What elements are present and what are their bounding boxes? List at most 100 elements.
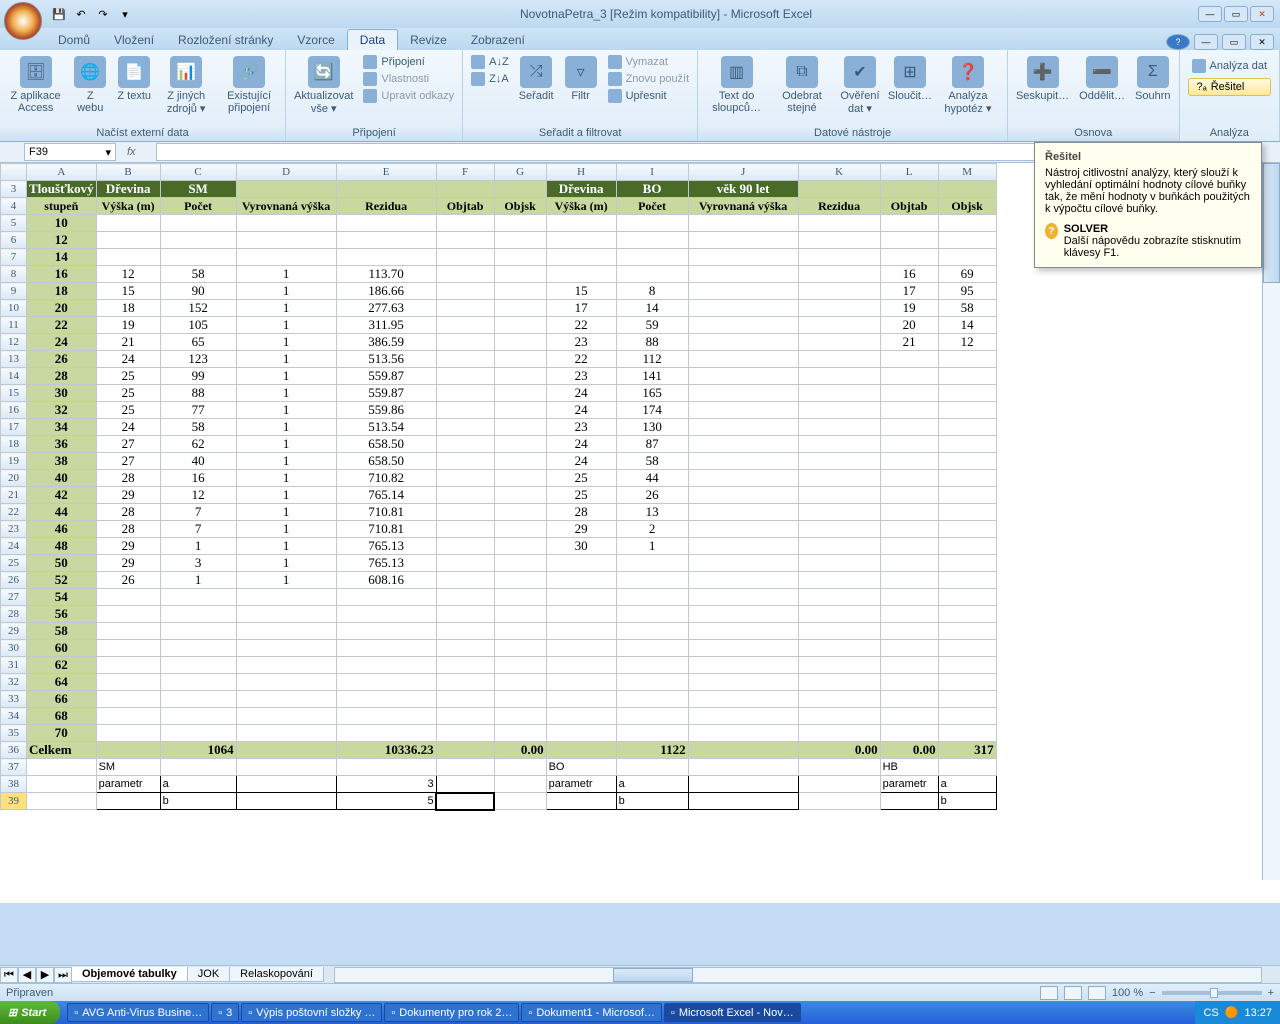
vertical-scrollbar[interactable] [1262,163,1280,880]
ribbon: 🗄Z aplikace Access 🌐Z webu 📄Z textu 📊Z j… [0,50,1280,142]
group-icon: ➕ [1027,56,1059,88]
data-validation-button[interactable]: ✔Ověření dat ▾ [833,54,887,117]
tab-zobrazeni[interactable]: Zobrazení [459,30,537,50]
from-access-button[interactable]: 🗄Z aplikace Access [4,54,67,116]
refresh-icon: 🔄 [308,56,340,88]
refresh-all-button[interactable]: 🔄Aktualizovat vše ▾ [290,54,357,117]
filter-button[interactable]: ▿Filtr [560,54,602,104]
close-button[interactable]: ✕ [1250,6,1274,22]
consolidate-icon: ⊞ [894,56,926,88]
data-analysis-button[interactable]: Analýza dat [1188,58,1271,74]
taskbar-item[interactable]: ▫AVG Anti-Virus Busine… [67,1003,209,1022]
edit-links-button[interactable]: Upravit odkazy [359,88,458,104]
group-data-tools: Datové nástroje [702,126,1003,141]
view-normal-button[interactable] [1040,986,1058,1000]
properties-button[interactable]: Vlastnosti [359,71,458,87]
next-sheet-button[interactable]: ▶ [36,967,54,983]
sort-az-button[interactable]: A↓Z [467,54,513,70]
minimize-button[interactable]: — [1198,6,1222,22]
lang-indicator[interactable]: CS [1203,1007,1218,1019]
clear-filter-button[interactable]: Vymazat [604,54,694,70]
advanced-icon [608,89,622,103]
status-text: Připraven [6,987,53,999]
tab-data[interactable]: Data [347,29,398,50]
ribbon-tabs: Domů Vložení Rozložení stránky Vzorce Da… [0,28,1280,50]
sort-button[interactable]: ⤮Seřadit [515,54,558,104]
analysis-icon [1192,59,1206,73]
view-layout-button[interactable] [1064,986,1082,1000]
tab-domu[interactable]: Domů [46,30,102,50]
from-web-button[interactable]: 🌐Z webu [69,54,111,116]
other-sources-icon: 📊 [170,56,202,88]
taskbar-item[interactable]: ▫Výpis poštovní složky … [241,1003,382,1022]
tab-vzorce[interactable]: Vzorce [285,30,346,50]
sheet-tab-objemove[interactable]: Objemové tabulky [71,967,188,982]
sort-icon: ⤮ [520,56,552,88]
group-button[interactable]: ➕Seskupit… [1012,54,1073,104]
maximize-button[interactable]: ▭ [1224,6,1248,22]
wb-close-button[interactable]: ✕ [1250,34,1274,50]
clear-icon [608,55,622,69]
text-to-cols-button[interactable]: ▥Text do sloupců… [702,54,771,116]
sort-za-button[interactable]: Z↓A [467,71,513,87]
consolidate-button[interactable]: ⊞Sloučit… [889,54,931,104]
taskbar-item[interactable]: ▫Dokumenty pro rok 2… [384,1003,519,1022]
save-icon[interactable]: 💾 [50,5,68,23]
subtotal-icon: Σ [1137,56,1169,88]
wb-minimize-button[interactable]: — [1194,34,1218,50]
taskbar-item[interactable]: ▫Microsoft Excel - Nov… [664,1003,801,1022]
from-other-button[interactable]: 📊Z jiných zdrojů ▾ [157,54,215,117]
status-bar: Připraven 100 % − + [0,983,1280,1001]
first-sheet-button[interactable]: ⏮ [0,967,18,983]
start-button[interactable]: ⊞Start [0,1001,60,1024]
help-circle-icon: ? [1045,223,1058,239]
office-button[interactable] [4,2,42,40]
name-box[interactable]: F39▾ [24,143,116,161]
properties-icon [363,72,377,86]
remove-dupes-button[interactable]: ⧉Odebrat stejné [773,54,831,116]
from-text-button[interactable]: 📄Z textu [113,54,155,104]
taskbar-item[interactable]: ▫Dokument1 - Microsof… [521,1003,662,1022]
filter-icon: ▿ [565,56,597,88]
prev-sheet-button[interactable]: ◀ [18,967,36,983]
existing-conn-button[interactable]: 🔗Existující připojení [217,54,281,116]
tab-vlozeni[interactable]: Vložení [102,30,166,50]
link-icon [363,55,377,69]
solver-icon: ?ₐ [1197,81,1207,93]
help-icon[interactable]: ? [1166,34,1190,50]
tab-revize[interactable]: Revize [398,30,459,50]
connections-button[interactable]: Připojení [359,54,458,70]
tray-icon[interactable]: 🟠 [1225,1006,1239,1019]
group-analysis: Analýza [1184,126,1275,141]
solver-button[interactable]: ?ₐŘešitel [1188,78,1271,96]
reapply-button[interactable]: Znovu použít [604,71,694,87]
group-sort-filter: Seřadit a filtrovat [467,126,693,141]
spreadsheet-grid[interactable]: ABCDEFGHIJKLM3TloušťkovýDřevinaSMDřevina… [0,163,1280,903]
last-sheet-button[interactable]: ⏭ [54,967,72,983]
solver-tooltip: Řešitel Nástroj citlivostní analýzy, kte… [1034,142,1262,268]
qat-more-icon[interactable]: ▾ [116,5,134,23]
whatif-icon: ❓ [952,56,984,88]
whatif-button[interactable]: ❓Analýza hypotéz ▾ [933,54,1003,117]
app-icon: ▫ [391,1007,395,1019]
advanced-filter-button[interactable]: Upřesnit [604,88,694,104]
app-icon: ▫ [74,1007,78,1019]
zoom-in-button[interactable]: + [1268,987,1274,999]
system-tray[interactable]: CS 🟠 13:27 [1195,1001,1280,1024]
view-pagebreak-button[interactable] [1088,986,1106,1000]
sheet-tab-relaskop[interactable]: Relaskopování [229,967,324,982]
wb-restore-button[interactable]: ▭ [1222,34,1246,50]
taskbar-item[interactable]: ▫3 [211,1003,239,1022]
edit-links-icon [363,89,377,103]
ungroup-button[interactable]: ➖Oddělit… [1075,54,1129,104]
tab-rozlozeni[interactable]: Rozložení stránky [166,30,285,50]
redo-icon[interactable]: ↷ [94,5,112,23]
zoom-out-button[interactable]: − [1149,987,1155,999]
undo-icon[interactable]: ↶ [72,5,90,23]
zoom-slider[interactable] [1162,991,1262,995]
horizontal-scrollbar[interactable] [334,967,1262,983]
sort-za-icon [471,72,485,86]
fx-icon[interactable]: fx [127,146,145,158]
subtotal-button[interactable]: ΣSouhrn [1131,54,1174,104]
sheet-tab-jok[interactable]: JOK [187,967,230,982]
